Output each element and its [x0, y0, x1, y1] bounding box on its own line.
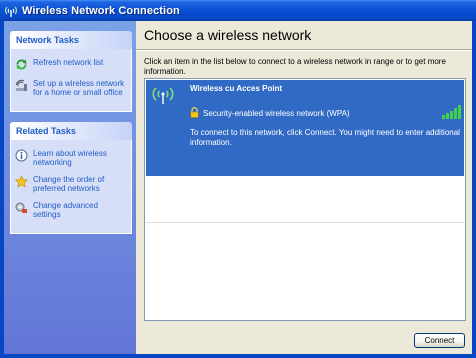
- connect-button[interactable]: Connect: [414, 333, 465, 348]
- related-tasks-header[interactable]: Related Tasks: [10, 122, 132, 140]
- refresh-icon: [16, 59, 27, 70]
- wireless-icon: [4, 6, 18, 17]
- window-frame-bottom: [0, 354, 476, 358]
- task-label: Change the order of preferred networks: [33, 175, 105, 193]
- wireless-antenna-icon: [152, 87, 174, 104]
- task-label: Set up a wireless network for a home or …: [33, 79, 125, 97]
- task-label: Learn about wireless networking: [33, 149, 107, 167]
- window-title: Wireless Network Connection: [22, 4, 180, 17]
- wireless-network-connection-window: Wireless Network Connection Network Task…: [0, 0, 476, 358]
- heading-divider-highlight: [136, 50, 472, 51]
- task-learn-about-wireless[interactable]: Learn about wireless networking: [15, 149, 127, 167]
- main-panel: Choose a wireless network Click an item …: [136, 21, 472, 354]
- network-tasks-header[interactable]: Network Tasks: [10, 31, 132, 49]
- page-title: Choose a wireless network: [144, 27, 312, 43]
- task-setup-wireless-network[interactable]: Set up a wireless network for a home or …: [15, 79, 127, 97]
- network-ssid: Wireless cu Acces Point: [190, 84, 283, 93]
- network-list-item[interactable]: Wireless cu Acces Point Security-enabled…: [146, 80, 464, 176]
- window-frame-right: [472, 21, 476, 358]
- signal-strength-icon: [442, 105, 461, 119]
- network-tasks-box: Network Tasks Refresh network list Set u…: [10, 31, 132, 112]
- setup-wizard-icon: [16, 79, 27, 91]
- settings-icon: [15, 202, 27, 213]
- wireless-network-list[interactable]: Wireless cu Acces Point Security-enabled…: [144, 78, 466, 321]
- task-change-advanced-settings[interactable]: Change advanced settings: [15, 201, 127, 219]
- network-connect-note: To connect to this network, click Connec…: [190, 128, 460, 147]
- star-icon: [15, 175, 28, 188]
- task-refresh-network-list[interactable]: Refresh network list: [15, 58, 127, 71]
- lock-icon: [190, 107, 199, 118]
- title-bar[interactable]: Wireless Network Connection: [0, 0, 476, 21]
- task-change-network-order[interactable]: Change the order of preferred networks: [15, 175, 127, 193]
- task-label: Change advanced settings: [33, 201, 98, 219]
- network-security-type: Security-enabled wireless network (WPA): [203, 109, 350, 118]
- related-tasks-body: Learn about wireless networking Change t…: [10, 140, 132, 234]
- task-pane: Network Tasks Refresh network list Set u…: [4, 21, 136, 354]
- related-tasks-box: Related Tasks Learn about wireless netwo…: [10, 122, 132, 234]
- info-icon: [15, 149, 28, 162]
- instructions-text: Click an item in the list below to conne…: [144, 57, 446, 76]
- task-label: Refresh network list: [33, 58, 104, 67]
- list-divider: [146, 222, 464, 223]
- network-tasks-body: Refresh network list Set up a wireless n…: [10, 49, 132, 112]
